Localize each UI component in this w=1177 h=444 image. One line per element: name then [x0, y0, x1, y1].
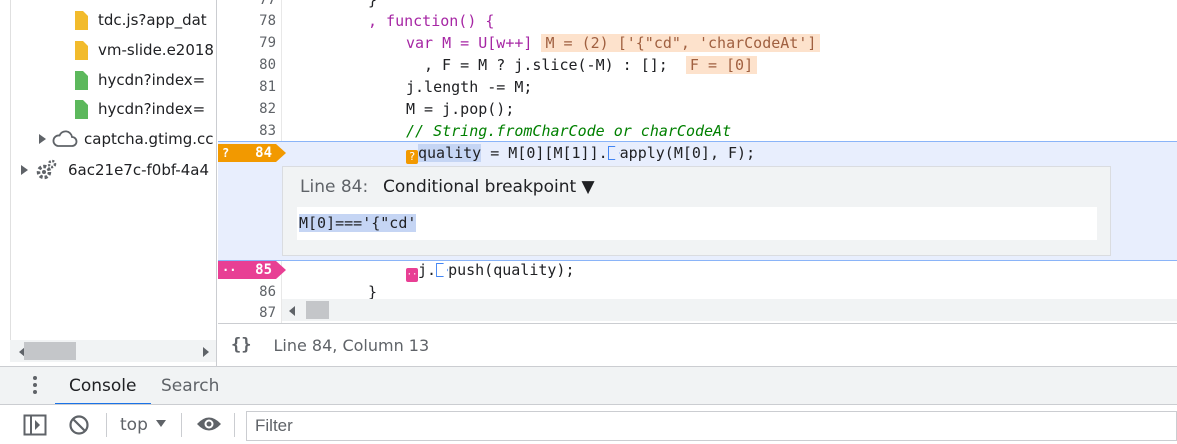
code-comment: // String.fromCharCode or charCodeAt — [406, 122, 732, 140]
toolbar-divider — [181, 413, 182, 437]
code-text: , F = M ? j.slice(-M) : []; F = [0] — [424, 54, 758, 76]
code-token: apply(M[0], F); — [619, 144, 756, 162]
tree-item-label: tdc.js?app_dat — [98, 11, 207, 29]
code-token: j. — [418, 261, 437, 279]
drawer-tab-bar: Console Search — [0, 366, 1177, 405]
js-file-icon — [75, 40, 88, 60]
line-number: 84 — [255, 145, 272, 161]
line-number[interactable]: 87 — [218, 302, 276, 323]
context-selector[interactable]: top — [120, 415, 148, 435]
document-file-icon — [75, 99, 88, 119]
code-line[interactable]: 78 , function() { — [218, 10, 1177, 32]
cursor-position: Line 84, Column 13 — [273, 335, 430, 355]
eye-icon[interactable] — [196, 414, 222, 434]
line-number: 85 — [255, 262, 272, 278]
document-file-icon — [75, 70, 88, 90]
code-line-84[interactable]: ? 84 ? quality = M[0][M[1]]. apply(M[0], F… — [218, 142, 1177, 164]
code-editor[interactable]: 77 } 78 , function() { 79 var M = U[w++]… — [218, 0, 1177, 323]
line-number[interactable]: 83 — [218, 120, 276, 142]
breakpoint-condition-input[interactable]: M[0]==='{"cd' — [297, 207, 1097, 240]
editor-status-bar: {} Line 84, Column 13 — [218, 323, 1177, 366]
cloud-icon — [52, 130, 78, 147]
expand-arrow-icon[interactable] — [21, 165, 28, 175]
chevron-down-icon[interactable] — [156, 420, 166, 427]
code-line[interactable]: 83 // String.fromCharCode or charCodeAt — [218, 120, 1177, 142]
tree-item-label: hycdn?index= — [98, 100, 206, 118]
file-tree: tdc.js?app_dat vm-slide.e2018 hycdn?inde… — [0, 0, 217, 366]
line-number[interactable]: 81 — [218, 76, 276, 98]
tree-item-label: vm-slide.e2018 — [98, 41, 214, 59]
logpoint-glyph: ·· — [222, 263, 237, 277]
gear-icon — [36, 159, 57, 180]
inline-breakpoint-slot-icon[interactable] — [607, 146, 620, 160]
inline-breakpoint-slot-icon[interactable] — [436, 263, 449, 277]
toolbar-divider — [234, 413, 235, 437]
clear-console-icon[interactable] — [68, 414, 90, 436]
inline-value: F = [0] — [685, 56, 758, 74]
line-number[interactable]: 82 — [218, 98, 276, 120]
tree-item-label: captcha.gtimg.cc — [84, 130, 214, 148]
code-line[interactable]: 80 , F = M ? j.slice(-M) : []; F = [0] — [218, 54, 1177, 76]
line-number[interactable]: 80 — [218, 54, 276, 76]
inline-conditional-breakpoint-icon[interactable]: ? — [406, 150, 418, 164]
tree-item-hycdn-2[interactable]: hycdn?index= — [75, 96, 205, 122]
line-number[interactable]: 78 — [218, 10, 276, 32]
tree-item-extension[interactable]: 6ac21e7c-f0bf-4a4 — [21, 157, 209, 183]
tab-console[interactable]: Console — [55, 367, 151, 405]
code-token: var M = U[w++] — [406, 34, 533, 52]
conditional-breakpoint-editor: Line 84: Conditional breakpoint ▼ M[0]==… — [282, 166, 1111, 256]
logpoint-marker[interactable]: ·· 85 — [218, 261, 286, 279]
code-token: , function() { — [368, 12, 495, 30]
code-text: var M = U[w++] M = (2) ['{"cd", 'charCod… — [406, 32, 821, 54]
code-line[interactable]: 82 M = j.pop(); — [218, 98, 1177, 120]
editor-horizontal-scrollbar[interactable] — [282, 299, 1177, 321]
expand-arrow-icon[interactable] — [39, 134, 46, 144]
line-number[interactable]: 79 — [218, 32, 276, 54]
scroll-left-arrow-icon[interactable] — [289, 306, 295, 316]
code-line-85[interactable]: ·· 85 ··j. push(quality); — [218, 259, 1177, 282]
conditional-breakpoint-marker[interactable]: ? 84 — [218, 144, 286, 162]
code-text: ? quality = M[0][M[1]]. apply(M[0], F); — [406, 142, 755, 164]
code-text: M = j.pop(); — [406, 100, 515, 118]
scroll-right-arrow-icon[interactable] — [203, 347, 209, 357]
tree-horizontal-scrollbar[interactable] — [10, 340, 216, 362]
pretty-print-button[interactable]: {} — [231, 335, 251, 355]
tree-item-hycdn-1[interactable]: hycdn?index= — [75, 67, 205, 93]
console-filter-input[interactable]: Filter — [246, 411, 1177, 441]
scroll-thumb[interactable] — [24, 342, 76, 360]
code-token: = M[0][M[1]]. — [481, 144, 608, 162]
code-line[interactable]: 81 j.length -= M; — [218, 76, 1177, 98]
tab-search[interactable]: Search — [147, 367, 233, 405]
breakpoint-type-dropdown[interactable]: Conditional breakpoint ▼ — [383, 177, 595, 197]
code-line[interactable]: 79 var M = U[w++] M = (2) ['{"cd", 'char… — [218, 32, 1177, 54]
tree-item-label: hycdn?index= — [98, 71, 206, 89]
tree-item-vm-slide[interactable]: vm-slide.e2018 — [75, 37, 214, 63]
inline-value: M = (2) ['{"cd", 'charCodeAt'] — [541, 34, 821, 52]
more-menu-icon[interactable] — [32, 376, 38, 396]
toolbar-divider — [106, 413, 107, 437]
js-file-icon — [75, 10, 88, 30]
code-text: j.length -= M; — [406, 78, 533, 96]
code-token: , F = M ? j.slice(-M) : []; — [424, 56, 668, 74]
console-toolbar: top Filter — [0, 404, 1177, 444]
selected-token: quality — [418, 144, 482, 162]
inline-logpoint-icon[interactable]: ·· — [406, 268, 418, 282]
scroll-thumb[interactable] — [306, 301, 329, 319]
tree-item-domain[interactable]: captcha.gtimg.cc — [39, 126, 214, 152]
sidebar-toggle-icon[interactable] — [23, 414, 47, 436]
tree-item-label: 6ac21e7c-f0bf-4a4 — [68, 161, 209, 179]
condition-text: M[0]==='{"cd' — [299, 214, 417, 232]
code-text: ··j. push(quality); — [406, 259, 575, 282]
line-number[interactable]: 86 — [218, 281, 276, 303]
code-token: push(quality); — [448, 261, 575, 279]
breakpoint-glyph: ? — [222, 146, 230, 160]
breakpoint-line-label: Line 84: — [300, 177, 369, 197]
tree-item-tdc-js[interactable]: tdc.js?app_dat — [75, 7, 207, 33]
tree-indent-guide — [10, 0, 11, 340]
code-text: , function() { — [368, 10, 494, 32]
